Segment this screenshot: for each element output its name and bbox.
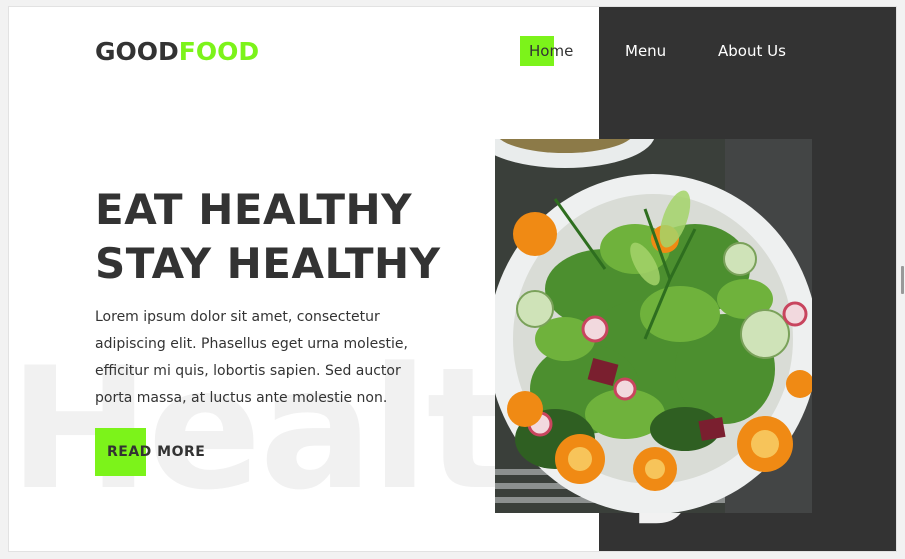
headline-line-1: EAT HEALTHY (95, 185, 413, 234)
hero-description: Lorem ipsum dolor sit amet, consectetur … (95, 309, 408, 406)
nav-home-label: Home (529, 42, 574, 60)
nav-home-link[interactable]: Home (520, 36, 574, 66)
logo-good: GOOD (95, 37, 179, 66)
logo-food: FOOD (178, 37, 260, 66)
scrollbar-handle[interactable] (901, 266, 904, 294)
read-more-button[interactable]: READ MORE (95, 428, 205, 476)
headline-line-2: STAY HEALTHY (95, 239, 441, 288)
salad-illustration (495, 139, 812, 513)
logo[interactable]: GOODFOOD (95, 37, 259, 66)
salad-photo (495, 139, 812, 513)
nav-menu-link[interactable]: Menu (625, 42, 666, 60)
page-frame: Healthy GOODFOOD Home Menu About Us EAT … (8, 6, 897, 552)
nav-about-link[interactable]: About Us (718, 42, 786, 60)
hero-headline: EAT HEALTHY STAY HEALTHY (95, 183, 475, 291)
read-more-label: READ MORE (107, 444, 206, 460)
